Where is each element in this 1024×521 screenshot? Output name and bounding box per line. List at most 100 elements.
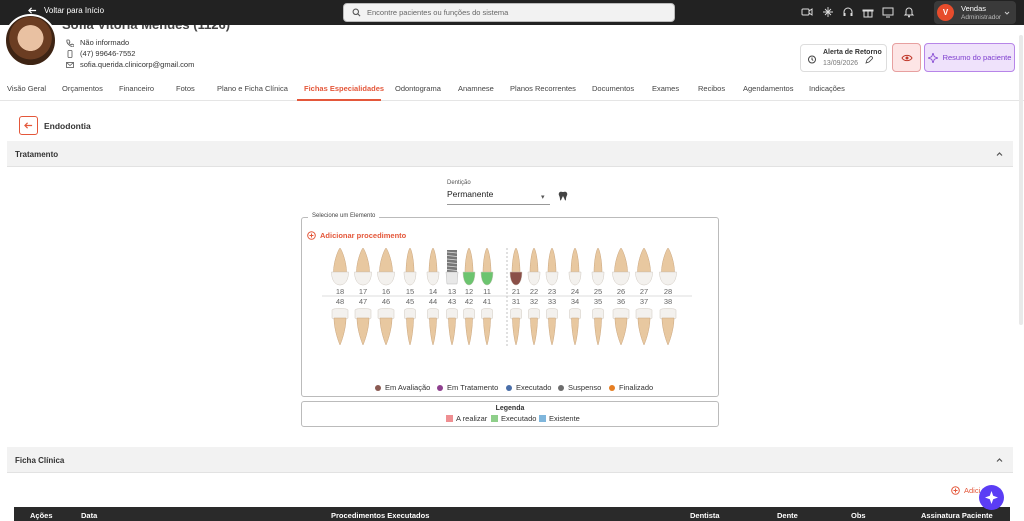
sparkle-icon[interactable] bbox=[822, 6, 834, 18]
tab-odontograma[interactable]: Odontograma bbox=[395, 84, 441, 93]
patient-email: sofia.querida.clinicorp@gmail.com bbox=[80, 60, 195, 69]
status-label: Em Avaliação bbox=[385, 383, 431, 392]
ficha-table-header: Ações Data Procedimentos Executados Dent… bbox=[14, 507, 1010, 521]
patient-summary-button[interactable]: Resumo do paciente bbox=[924, 43, 1015, 72]
search-icon bbox=[352, 8, 361, 17]
view-button[interactable] bbox=[892, 43, 921, 72]
status-label: Suspenso bbox=[568, 383, 602, 392]
tab-planos-recorrentes[interactable]: Planos Recorrentes bbox=[510, 84, 576, 93]
user-name: Vendas bbox=[961, 3, 987, 13]
dentition-select[interactable]: Permanente bbox=[447, 189, 550, 205]
mail-icon bbox=[66, 61, 74, 68]
status-dot bbox=[437, 384, 443, 391]
column-header[interactable]: Dentista bbox=[690, 511, 720, 520]
patient-occupation: Não informado bbox=[80, 38, 130, 47]
patient-email-row: sofia.querida.clinicorp@gmail.com bbox=[66, 60, 194, 69]
tab-recibos[interactable]: Recibos bbox=[698, 84, 725, 93]
status-label: Executado bbox=[516, 383, 552, 392]
legend-swatch bbox=[491, 415, 498, 422]
plus-circle-icon bbox=[951, 486, 960, 495]
select-element-box bbox=[301, 217, 719, 397]
status-em-avaliacao: Em Avaliação bbox=[375, 383, 430, 392]
legend-label: A realizar bbox=[456, 414, 488, 423]
user-role: Administrador bbox=[961, 13, 1002, 21]
back-label: Voltar para Início bbox=[44, 6, 105, 15]
tooth-icon[interactable] bbox=[558, 191, 568, 201]
legend-label: Existente bbox=[549, 414, 580, 423]
column-header[interactable]: Procedimentos Executados bbox=[331, 511, 429, 520]
pencil-icon[interactable] bbox=[865, 56, 873, 64]
status-suspenso: Suspenso bbox=[558, 383, 601, 392]
patient-phone: (47) 99646-7552 bbox=[80, 49, 136, 58]
patient-summary-label: Resumo do paciente bbox=[942, 53, 1012, 62]
user-avatar: V bbox=[937, 4, 954, 21]
return-alert-date: 13/09/2026 bbox=[823, 60, 859, 67]
mobile-icon bbox=[67, 49, 73, 58]
patient-occupation-row: Não informado bbox=[66, 38, 129, 47]
add-procedure-button[interactable]: Adicionar procedimento bbox=[307, 231, 406, 240]
bell-icon[interactable] bbox=[903, 6, 915, 18]
tab-fichas-especialidades[interactable]: Fichas Especialidades bbox=[304, 84, 384, 93]
tratamento-panel-header[interactable]: Tratamento bbox=[7, 141, 1013, 167]
tab-orcamentos[interactable]: Orçamentos bbox=[62, 84, 103, 93]
tab-anamnese[interactable]: Anamnese bbox=[458, 84, 494, 93]
assistant-fab[interactable] bbox=[979, 485, 1004, 510]
tab-financeiro[interactable]: Financeiro bbox=[119, 84, 154, 93]
dentition-label: Dentição bbox=[447, 180, 471, 186]
column-header[interactable]: Data bbox=[81, 511, 97, 520]
screen-icon[interactable] bbox=[882, 6, 894, 18]
status-dot bbox=[558, 384, 564, 391]
select-element-label: Selecione um Elemento bbox=[308, 213, 380, 219]
headset-icon[interactable] bbox=[842, 6, 854, 18]
legend-existente: Existente bbox=[539, 414, 580, 423]
column-header[interactable]: Ações bbox=[30, 511, 53, 520]
legend-swatch bbox=[446, 415, 453, 422]
video-icon[interactable] bbox=[801, 6, 813, 18]
add-entry-button[interactable]: Adici bbox=[951, 486, 980, 495]
status-dot bbox=[375, 384, 381, 391]
plus-circle-icon bbox=[307, 231, 316, 240]
status-executado: Executado bbox=[506, 383, 551, 392]
return-alert[interactable]: Alerta de Retorno 13/09/2026 bbox=[800, 44, 887, 72]
tab-exames[interactable]: Exames bbox=[652, 84, 679, 93]
tab-indicacoes[interactable]: Indicações bbox=[809, 84, 845, 93]
scrollbar[interactable] bbox=[1019, 35, 1023, 325]
legend-executado: Executado bbox=[491, 414, 536, 423]
status-dot bbox=[506, 384, 512, 391]
user-menu[interactable]: V Vendas Administrador bbox=[934, 1, 1016, 24]
add-procedure-label: Adicionar procedimento bbox=[320, 231, 407, 240]
phone-icon bbox=[66, 39, 74, 47]
status-label: Em Tratamento bbox=[447, 383, 499, 392]
search-input[interactable] bbox=[367, 8, 657, 17]
column-header[interactable]: Dente bbox=[777, 511, 798, 520]
chevron-down-icon bbox=[1004, 11, 1010, 15]
eye-icon bbox=[900, 54, 913, 61]
tab-documentos[interactable]: Documentos bbox=[592, 84, 634, 93]
arrow-left-icon bbox=[24, 122, 33, 129]
column-header[interactable]: Assinatura Paciente bbox=[921, 511, 993, 520]
tab-visao-geral[interactable]: Visão Geral bbox=[7, 84, 46, 93]
status-finalizado: Finalizado bbox=[609, 383, 653, 392]
user-name-block: Vendas Administrador bbox=[961, 4, 1001, 22]
add-entry-label: Adici bbox=[964, 486, 981, 495]
patient-tabs: Visão Geral Orçamentos Financeiro Fotos … bbox=[0, 80, 1024, 101]
back-to-home-link[interactable]: Voltar para Início bbox=[28, 6, 104, 15]
chevron-up-icon bbox=[996, 458, 1003, 462]
legend-swatch bbox=[539, 415, 546, 422]
patient-photo bbox=[4, 14, 57, 67]
top-bar: Voltar para Início V Vendas Administrado… bbox=[0, 0, 1024, 25]
column-header[interactable]: Obs bbox=[851, 511, 866, 520]
legend-label: Executado bbox=[501, 414, 537, 423]
ficha-clinica-panel-header[interactable]: Ficha Clínica bbox=[7, 447, 1013, 473]
tab-agendamentos[interactable]: Agendamentos bbox=[743, 84, 793, 93]
sparkle-icon bbox=[927, 52, 938, 63]
global-search[interactable] bbox=[343, 3, 675, 22]
back-button[interactable] bbox=[19, 116, 38, 135]
tratamento-title: Tratamento bbox=[15, 150, 59, 159]
tab-plano-ficha-clinica[interactable]: Plano e Ficha Clínica bbox=[217, 84, 288, 93]
tab-fotos[interactable]: Fotos bbox=[176, 84, 195, 93]
gift-icon[interactable] bbox=[862, 6, 874, 18]
page-title: Endodontia bbox=[44, 121, 91, 131]
status-label: Finalizado bbox=[619, 383, 654, 392]
caret-down-icon: ▾ bbox=[541, 194, 545, 201]
